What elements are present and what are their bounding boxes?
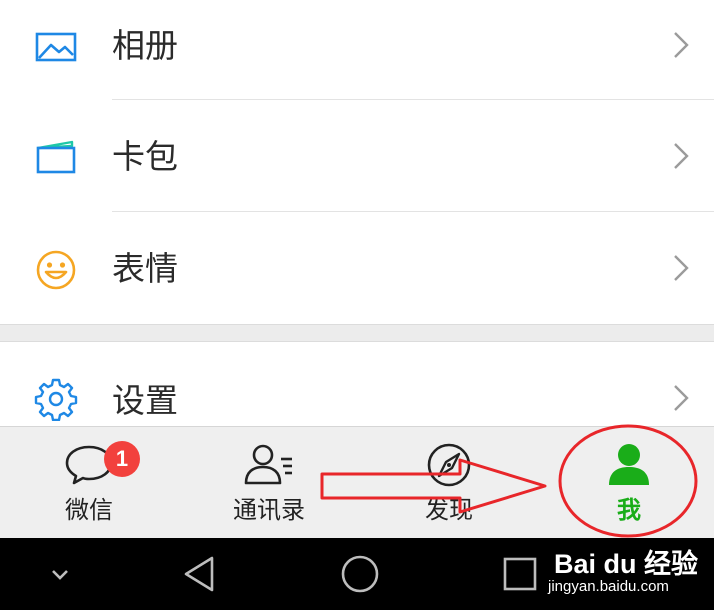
- menu-item-label: 设置: [112, 381, 178, 420]
- tab-chats[interactable]: 1 微信: [0, 427, 178, 538]
- person-icon: [609, 444, 649, 485]
- section-separator: [0, 324, 714, 342]
- gear-icon: [34, 378, 78, 421]
- menu-item-stickers[interactable]: 表情: [0, 212, 714, 324]
- tab-label: 发现: [425, 496, 473, 524]
- watermark-brand: Bai du 经验: [554, 549, 699, 579]
- tab-label: 通讯录: [233, 496, 305, 524]
- card-wallet-icon: [36, 140, 76, 174]
- home-icon[interactable]: [338, 552, 382, 596]
- tab-me[interactable]: 我: [540, 427, 714, 538]
- collapse-icon[interactable]: [38, 552, 82, 596]
- menu-item-label: 卡包: [112, 137, 178, 176]
- bottom-tab-bar: 1 微信 通讯录 发现 我: [0, 426, 714, 538]
- menu-item-settings[interactable]: 设置: [0, 342, 714, 428]
- baidu-jingyan-watermark: Bai du 经验 jingyan.baidu.com: [548, 538, 714, 608]
- chevron-right-icon: [674, 385, 689, 411]
- watermark-url: jingyan.baidu.com: [548, 578, 669, 595]
- chevron-right-icon: [674, 143, 689, 169]
- smiley-icon: [36, 250, 76, 290]
- menu-item-label: 表情: [112, 249, 178, 288]
- tab-contacts[interactable]: 通讯录: [180, 427, 358, 538]
- tab-label: 我: [617, 496, 641, 524]
- menu-item-label: 相册: [112, 26, 178, 65]
- tab-label: 微信: [65, 496, 113, 524]
- album-icon: [35, 32, 77, 62]
- unread-badge: 1: [104, 441, 140, 477]
- wechat-me-screen: 相册 卡包 表情 设置 1 微信 通讯录 发现 我 Bai du 经验 jing…: [0, 0, 714, 610]
- contacts-icon: [244, 444, 292, 485]
- chevron-right-icon: [674, 32, 689, 58]
- menu-item-cards[interactable]: 卡包: [0, 100, 714, 212]
- tab-discover[interactable]: 发现: [360, 427, 538, 538]
- compass-icon: [427, 443, 471, 487]
- recents-icon[interactable]: [498, 552, 542, 596]
- back-icon[interactable]: [178, 552, 222, 596]
- menu-item-album[interactable]: 相册: [0, 0, 714, 100]
- chevron-right-icon: [674, 255, 689, 281]
